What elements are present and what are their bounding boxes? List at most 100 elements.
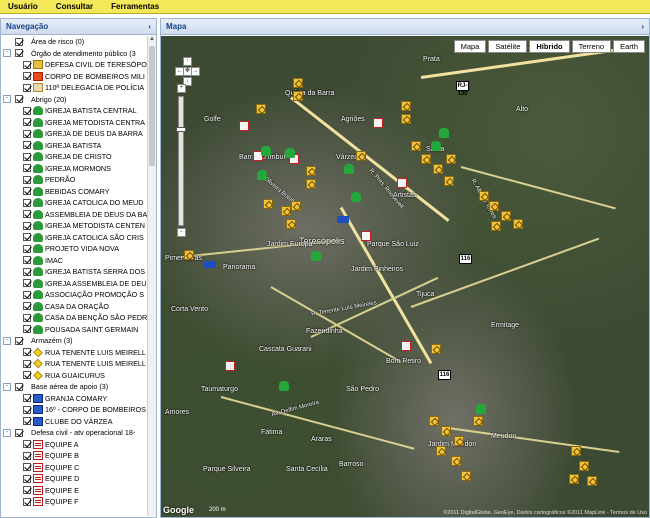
shelter-marker[interactable] <box>431 141 441 151</box>
map-marker[interactable] <box>429 416 439 426</box>
map-type-button[interactable]: Earth <box>613 40 645 53</box>
layer-checkbox[interactable] <box>23 486 31 495</box>
layer-item-row[interactable]: RUA TENENTE LUIS MEIRELL <box>1 358 148 370</box>
layer-item-row[interactable]: IGREJA BATISTA SERRA DOS <box>1 266 148 278</box>
layer-item-row[interactable]: IMAC <box>1 255 148 267</box>
map-marker[interactable] <box>401 101 411 111</box>
collapse-left-icon[interactable]: ‹ <box>148 22 151 31</box>
layer-item-row[interactable]: RUA TENENTE LUIS MEIRELL <box>1 347 148 359</box>
layer-checkbox[interactable] <box>23 106 31 115</box>
layer-item-row[interactable]: IGREJA MORMONS <box>1 163 148 175</box>
layer-checkbox[interactable] <box>23 440 31 449</box>
layer-checkbox[interactable] <box>23 279 31 288</box>
menu-item-1[interactable]: Consultar <box>56 2 93 11</box>
google-logo[interactable]: Google <box>163 505 194 515</box>
map-marker[interactable] <box>444 176 454 186</box>
layer-item-row[interactable]: ASSOCIAÇÃO PROMOÇÃO S <box>1 289 148 301</box>
zoom-out-button[interactable]: − <box>177 228 186 237</box>
map-marker[interactable] <box>501 211 511 221</box>
layer-item-row[interactable]: IGREJA CATOLICA SÃO CRIS <box>1 232 148 244</box>
shelter-marker[interactable] <box>351 192 361 202</box>
map-marker[interactable] <box>446 154 456 164</box>
layer-checkbox[interactable] <box>23 72 31 81</box>
map-marker[interactable] <box>263 199 273 209</box>
zoom-in-button[interactable]: + <box>177 84 186 93</box>
shelter-marker[interactable] <box>261 146 271 156</box>
map-marker[interactable] <box>293 78 303 88</box>
layer-item-row[interactable]: ASSEMBLEIA DE DEUS DA BA <box>1 209 148 221</box>
map-marker[interactable] <box>433 164 443 174</box>
layer-group-row[interactable]: Área de risco (0) <box>1 36 148 48</box>
police-marker[interactable] <box>373 118 383 128</box>
map-copyright[interactable]: ©2011 DigitalGlobe, GeoEye, Dados cartog… <box>443 510 647 516</box>
layer-item-row[interactable]: EQUIPE F <box>1 496 148 508</box>
layer-group-row[interactable]: - Base aérea de apoio (3) <box>1 381 148 393</box>
layer-item-row[interactable]: PEDRÃO <box>1 174 148 186</box>
layer-item-row[interactable]: EQUIPE D <box>1 473 148 485</box>
layer-checkbox[interactable] <box>23 451 31 460</box>
layer-checkbox[interactable] <box>23 497 31 506</box>
map-marker[interactable] <box>306 166 316 176</box>
map-marker[interactable] <box>441 426 451 436</box>
expand-toggle-icon[interactable]: - <box>3 382 11 391</box>
layer-checkbox[interactable] <box>15 428 23 437</box>
layer-checkbox[interactable] <box>23 256 31 265</box>
map-marker[interactable] <box>291 201 301 211</box>
map-marker[interactable] <box>293 91 303 101</box>
layer-checkbox[interactable] <box>23 187 31 196</box>
layer-checkbox[interactable] <box>23 417 31 426</box>
map-marker[interactable] <box>306 179 316 189</box>
map-marker[interactable] <box>286 219 296 229</box>
map-marker[interactable] <box>491 221 501 231</box>
layer-checkbox[interactable] <box>23 83 31 92</box>
layer-item-row[interactable]: IGREJA DE CRISTO <box>1 151 148 163</box>
layer-checkbox[interactable] <box>15 49 23 58</box>
map-marker[interactable] <box>479 191 489 201</box>
police-marker[interactable] <box>225 361 235 371</box>
layer-item-row[interactable]: RUA GUAICURUS <box>1 370 148 382</box>
layer-checkbox[interactable] <box>23 221 31 230</box>
layer-item-row[interactable]: 110ª DELEGACIA DE POLÍCIA <box>1 82 148 94</box>
layer-checkbox[interactable] <box>23 463 31 472</box>
map-marker[interactable] <box>571 446 581 456</box>
map-type-button[interactable]: Mapa <box>453 40 487 53</box>
map-marker[interactable] <box>421 154 431 164</box>
map-marker[interactable] <box>356 151 366 161</box>
shelter-marker[interactable] <box>279 381 289 391</box>
layer-item-row[interactable]: 16º - CORPO DE BOMBEIROS <box>1 404 148 416</box>
layer-item-row[interactable]: EQUIPE A <box>1 439 148 451</box>
shelter-marker[interactable] <box>476 404 486 414</box>
map-marker[interactable] <box>587 476 597 486</box>
layer-item-row[interactable]: GRANJA COMARY <box>1 393 148 405</box>
scroll-up-icon[interactable]: ▲ <box>148 36 156 45</box>
layer-checkbox[interactable] <box>23 302 31 311</box>
layer-item-row[interactable]: IGREJA CATOLICA DO MEUD <box>1 197 148 209</box>
layer-checkbox[interactable] <box>23 141 31 150</box>
map-marker[interactable] <box>454 436 464 446</box>
map-type-button[interactable]: Terreno <box>571 40 612 53</box>
map-marker[interactable] <box>473 416 483 426</box>
zoom-slider-handle[interactable] <box>176 127 186 132</box>
layer-item-row[interactable]: IGREJA METODISTA CENTEN <box>1 220 148 232</box>
layer-checkbox[interactable] <box>23 175 31 184</box>
layer-checkbox[interactable] <box>23 60 31 69</box>
layer-checkbox[interactable] <box>23 152 31 161</box>
layer-checkbox[interactable] <box>23 405 31 414</box>
police-marker[interactable] <box>361 231 371 241</box>
layer-checkbox[interactable] <box>23 290 31 299</box>
expand-toggle-icon[interactable]: - <box>3 336 11 345</box>
layer-item-row[interactable]: BEBIDAS COMARY <box>1 186 148 198</box>
menu-item-0[interactable]: Usuário <box>8 2 38 11</box>
map-marker[interactable] <box>461 471 471 481</box>
layer-checkbox[interactable] <box>23 210 31 219</box>
shelter-marker[interactable] <box>439 128 449 138</box>
layer-checkbox[interactable] <box>15 382 23 391</box>
layer-checkbox[interactable] <box>15 37 23 46</box>
map-type-button[interactable]: Satélite <box>488 40 528 53</box>
pan-up-button[interactable]: ↑ <box>183 57 192 66</box>
layer-checkbox[interactable] <box>23 164 31 173</box>
layer-checkbox[interactable] <box>23 118 31 127</box>
map-marker[interactable] <box>281 206 291 216</box>
air-base-marker[interactable] <box>337 216 349 223</box>
shelter-marker[interactable] <box>311 251 321 261</box>
